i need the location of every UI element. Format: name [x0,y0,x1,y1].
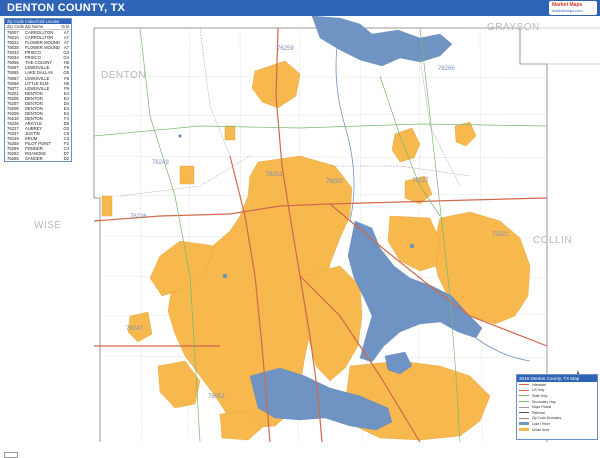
header-bar: DENTON COUNTY, TX Market Maps marketmaps… [0,0,600,16]
legend-title: 2016 Denton County, TX Map [517,375,597,382]
legend-swatch [519,406,529,408]
zip-table-row: 76266 SANGER D2 [5,156,71,161]
zip-label: 76227 [412,178,429,184]
zip-code-index-table: Zip Code Index/Grid Locator Zip Code Zip… [4,18,72,163]
grid-cell: D2 [63,156,69,162]
legend-label: Railroad [532,410,545,415]
zip-label: 76249 [152,160,169,166]
legend-label: Lake / River [532,421,551,426]
legend-items: Interstate US Hwy State Hwy Secondary Hwy Ma… [517,382,597,432]
zip-label: 76247 [126,326,143,332]
legend-label: Urban Area [532,427,550,432]
zip-label: 76200 [326,179,343,185]
zip-table-rows: 75007 CARROLLTON A7 75010 CARROLLTON A7 75022 F… [5,30,71,161]
county-label-denton: DENTON [101,70,147,81]
legend-label: Secondary Hwy [532,399,556,404]
logo-sub: marketmaps.com [552,8,583,13]
zip-table-header-grid: Grid [61,24,69,30]
zip-label: 75022 [492,232,509,238]
map-svg [0,15,600,443]
legend-swatch [519,412,529,414]
zip-code-cell: 76266 [7,156,19,162]
zip-label: 76052 [208,394,225,400]
page-title: DENTON COUNTY, TX [7,2,126,14]
zip-label: 76226 [130,214,147,220]
county-label-grayson: GRAYSON [487,22,540,33]
scale-bar [4,452,18,458]
legend-swatch [519,422,529,426]
legend-item: Urban Area [517,427,597,433]
zip-table-header-name: Zip Name [25,24,44,30]
zip-label: 76201 [266,172,283,178]
legend-label: State Hwy [532,393,548,398]
legend-label: Major Roads [532,405,552,410]
legend-label: Zip Code Boundary [532,416,562,421]
zip-label: 76259 [277,46,294,52]
map-canvas[interactable]: GRAYSON DENTON WISE COLLIN 76259 76266 7… [0,15,600,458]
county-label-wise: WISE [34,220,62,231]
zip-table-header-zip: Zip Code [7,24,24,30]
zip-name-cell: SANGER [25,156,43,162]
legend-swatch [519,389,529,391]
legend-swatch [519,395,529,397]
brand-logo[interactable]: Market Maps marketmaps.com [549,1,597,15]
county-label-collin: COLLIN [533,235,573,246]
legend-label: Interstate [532,382,547,387]
legend-swatch [519,384,529,386]
legend-label: US Hwy [532,388,545,393]
legend-swatch [519,428,529,432]
legend-swatch [519,417,529,419]
map-legend: 2016 Denton County, TX Map Interstate US … [516,374,598,440]
zip-label: 76266 [438,66,455,72]
legend-swatch [519,401,529,403]
